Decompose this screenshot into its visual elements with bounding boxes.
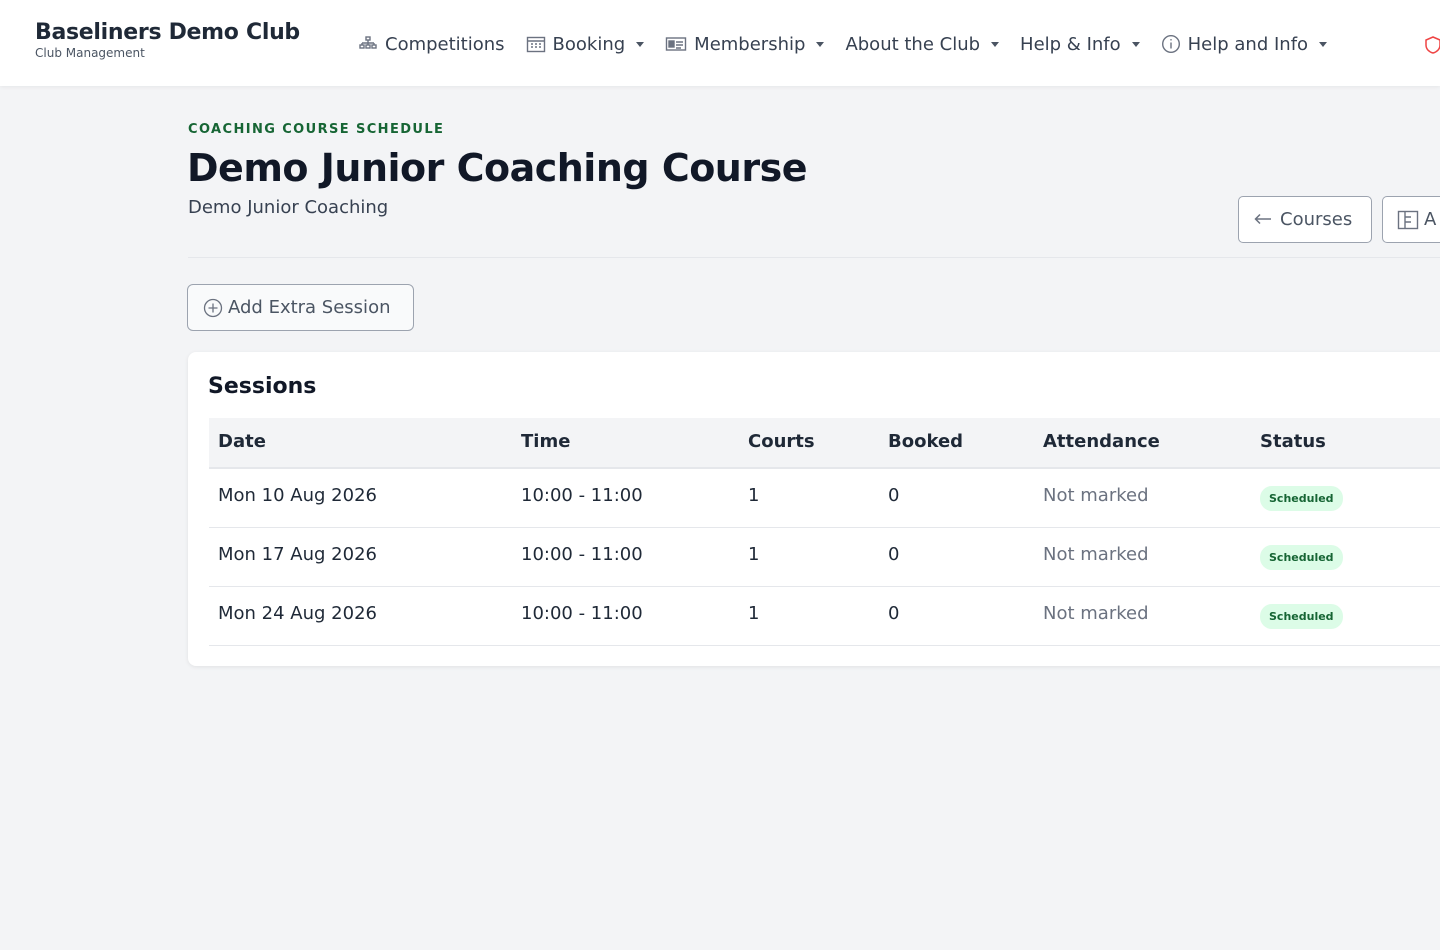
cell-time: 10:00 - 11:00 (521, 544, 643, 565)
cell-date: Mon 17 Aug 2026 (218, 544, 377, 565)
cell-booked: 0 (888, 544, 900, 565)
column-header-booked: Booked (888, 431, 964, 452)
chevron-down-icon (1131, 41, 1140, 47)
cell-time: 10:00 - 11:00 (521, 603, 643, 624)
status-badge: Scheduled (1260, 604, 1343, 629)
chevron-down-icon (1319, 41, 1328, 47)
column-header-time: Time (521, 431, 571, 452)
table-row[interactable]: Mon 24 Aug 2026 10:00 - 11:00 1 0 Not ma… (209, 587, 1440, 646)
cell-attendance: Not marked (1043, 603, 1149, 624)
nav-item-membership[interactable]: Membership (665, 33, 825, 55)
cell-date: Mon 24 Aug 2026 (218, 603, 377, 624)
id-card-icon (665, 36, 687, 52)
cell-attendance: Not marked (1043, 544, 1149, 565)
layout-button-label: A (1424, 209, 1437, 230)
shield-icon[interactable] (1425, 36, 1440, 58)
status-badge: Scheduled (1260, 545, 1343, 570)
plus-circle-icon (203, 298, 223, 318)
nav-label-help-info: Help & Info (1020, 33, 1121, 55)
table-row[interactable]: Mon 17 Aug 2026 10:00 - 11:00 1 0 Not ma… (209, 528, 1440, 587)
cell-time: 10:00 - 11:00 (521, 485, 643, 506)
column-header-courts: Courts (748, 431, 815, 452)
top-navigation-bar: Baseliners Demo Club Club Management Com… (0, 0, 1440, 86)
page-title: Demo Junior Coaching Course (187, 146, 808, 190)
cell-courts: 1 (748, 603, 760, 624)
chevron-down-icon (816, 41, 825, 47)
main-nav: Competitions Booking Membership About th… (358, 30, 1348, 58)
nav-item-help-and-info[interactable]: Help and Info (1161, 33, 1328, 55)
sessions-card: Sessions Date Time Courts Booked Attenda… (188, 352, 1440, 666)
nav-label-membership: Membership (694, 33, 806, 55)
page-subtitle: Demo Junior Coaching (188, 197, 389, 218)
cell-booked: 0 (888, 485, 900, 506)
info-circle-icon (1161, 34, 1181, 54)
arrow-left-icon (1254, 209, 1272, 230)
courses-button-label: Courses (1280, 209, 1353, 230)
cell-attendance: Not marked (1043, 485, 1149, 506)
layout-icon (1397, 210, 1419, 230)
nav-item-help-info[interactable]: Help & Info (1020, 34, 1140, 55)
back-to-courses-button[interactable]: Courses (1238, 196, 1372, 243)
add-extra-session-button[interactable]: Add Extra Session (187, 284, 414, 331)
nav-label-about: About the Club (845, 33, 981, 55)
cell-booked: 0 (888, 603, 900, 624)
nav-item-booking[interactable]: Booking (526, 34, 645, 55)
chevron-down-icon (636, 41, 645, 47)
brand-name: Baseliners Demo Club (35, 20, 300, 45)
add-extra-session-label: Add Extra Session (228, 297, 391, 318)
column-header-attendance: Attendance (1043, 431, 1160, 452)
layout-view-button[interactable]: A (1382, 196, 1440, 243)
cell-date: Mon 10 Aug 2026 (218, 485, 377, 506)
nav-item-about-the-club[interactable]: About the Club (845, 33, 1000, 55)
nav-label-help-and-info: Help and Info (1187, 33, 1309, 55)
brand[interactable]: Baseliners Demo Club Club Management (35, 20, 300, 60)
brand-subtitle: Club Management (35, 46, 145, 60)
nav-label-booking: Booking (552, 33, 626, 55)
status-badge: Scheduled (1260, 486, 1343, 511)
cell-courts: 1 (748, 544, 760, 565)
table-row[interactable]: Mon 10 Aug 2026 10:00 - 11:00 1 0 Not ma… (209, 469, 1440, 528)
calendar-icon (526, 35, 546, 53)
bracket-icon (358, 36, 378, 52)
column-header-status: Status (1260, 431, 1326, 452)
header-divider (188, 257, 1440, 258)
cell-courts: 1 (748, 485, 760, 506)
column-header-date: Date (218, 431, 266, 452)
nav-label-competitions: Competitions (385, 33, 505, 55)
chevron-down-icon (991, 41, 1000, 47)
sessions-table-header: Date Time Courts Booked Attendance Statu… (209, 418, 1440, 469)
sessions-title: Sessions (208, 374, 317, 399)
nav-item-competitions[interactable]: Competitions (358, 34, 505, 55)
page-eyebrow: Coaching Course Schedule (188, 122, 445, 137)
